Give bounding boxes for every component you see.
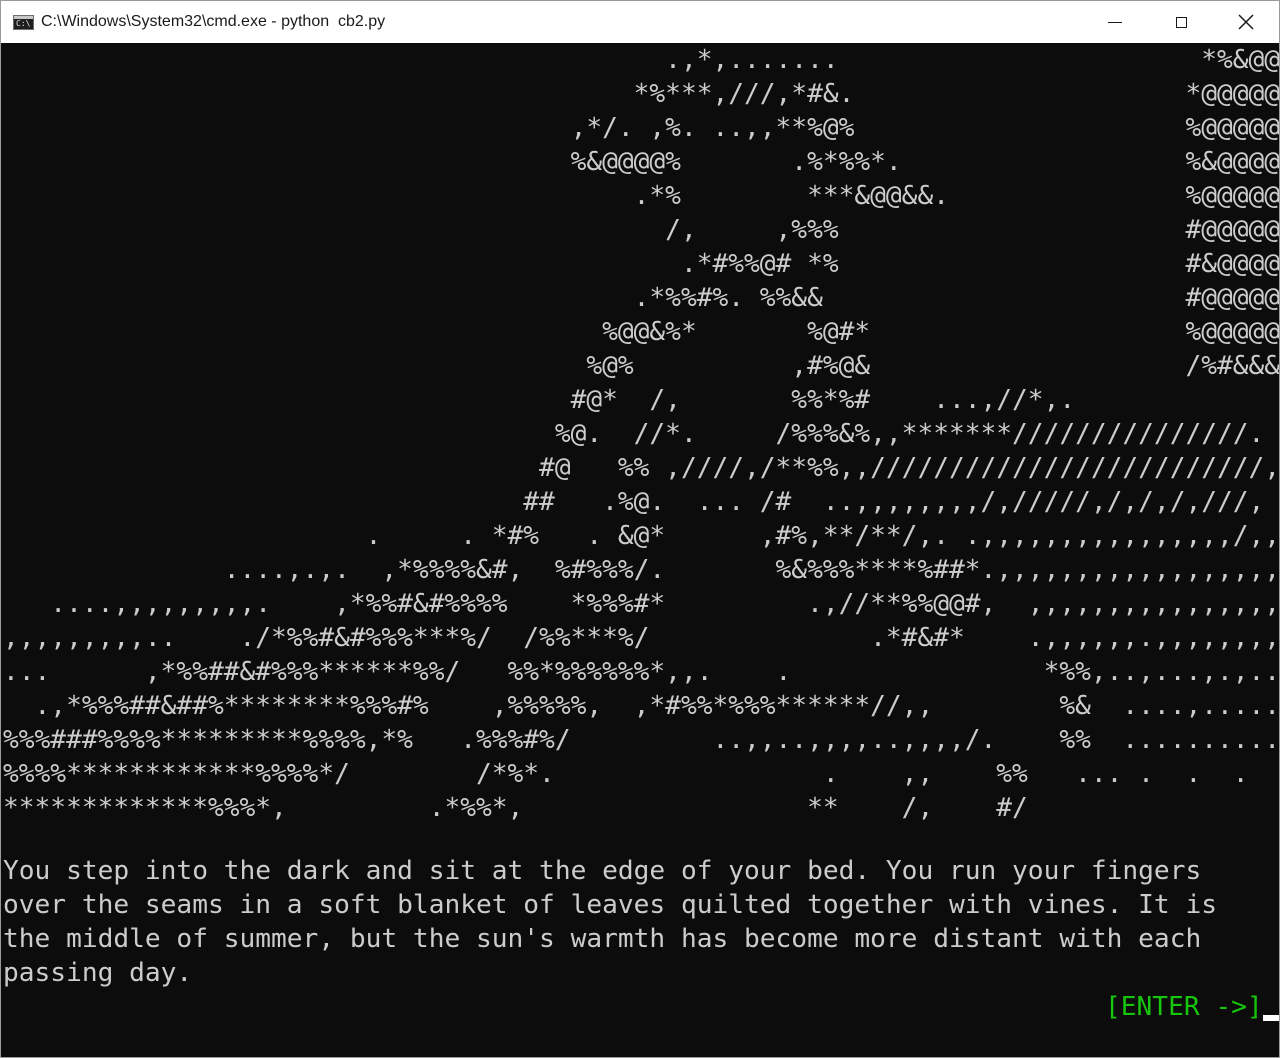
ascii-art-line: ... ,*%%##&#%%%******%%/ %%*%%%%%%*,,. .… [3, 657, 1279, 687]
ascii-art-line: %%%###%%%%*********%%%%,*% .%%%#%/ ..,,.… [3, 725, 1279, 755]
ascii-art-line: .,*%%%##&##%********%%%#% ,%%%%%, ,*#%%*… [3, 691, 1279, 721]
ascii-art-line: .*%%#%. %%&& #@@@@@@@@@@@@@@/ [633, 283, 1279, 313]
window-title: C:\Windows\System32\cmd.exe - python cb2… [41, 13, 386, 30]
story-text: You step into the dark and sit at the ed… [3, 854, 1217, 990]
ascii-art-line: .*% ***&@@&&. %@@@@@@@@@@@@@@. [633, 181, 1279, 211]
ascii-art-line: %%%%************%%%%*/ /*%*. . ,, %% ...… [3, 759, 1279, 789]
minimize-icon [1108, 21, 1122, 23]
minimize-button[interactable] [1082, 1, 1148, 43]
ascii-art-line: .*#%%@# *% #&@@@@@@@@@@@@@/ [680, 249, 1279, 279]
console-window: C:\ C:\Windows\System32\cmd.exe - python… [0, 0, 1280, 1058]
ascii-art-line: ## .%@. ... /# ..,,,,,,,,/,/////,/,/,/,/… [3, 487, 1265, 517]
ascii-art-line: . . *#% . &@* ,#%,**/**/,. .,,,,,,,,,,,,… [3, 521, 1279, 551]
maximize-icon [1175, 16, 1187, 28]
enter-prompt[interactable]: [ENTER ->] [1105, 990, 1263, 1024]
close-button[interactable] [1213, 1, 1279, 43]
title-bar[interactable]: C:\ C:\Windows\System32\cmd.exe - python… [1, 1, 1279, 43]
ascii-art-line: %@@&%* %@#* %@@@@@@@@@@@@@@* [602, 317, 1279, 347]
ascii-art-line: ,,,,,,,,,.. ./*%%#&#%%%***%/ /%%***%/ .*… [3, 623, 1279, 653]
story-line: You step into the dark and sit at the ed… [3, 856, 1202, 886]
ascii-art-line: %&@@@@% .%*%%*. %&@@@@@@@@@@@@@ [570, 147, 1279, 177]
cmd-icon[interactable]: C:\ [13, 15, 34, 30]
ascii-art-line: *%***,///,*#&. *@@@@@@@@@@@@@@ [633, 79, 1279, 109]
story-line: over the seams in a soft blanket of leav… [3, 890, 1217, 920]
cmd-icon-prompt: C:\ [16, 19, 31, 28]
ascii-art-line: #@ %% ,////,/**%%,,/////////////////////… [3, 453, 1279, 483]
console-output[interactable]: .,*,....... *%&@@&@&@&@@# *%***,///,*#&.… [1, 43, 1279, 1057]
ascii-art-line: %@% ,#%@& /%#&&&&&&&&#&&@* [586, 351, 1279, 381]
ascii-art-line: #@* /, %%*%# ...,//*,. . [570, 385, 1076, 415]
ascii-art-line: ,*/. ,%. ..,,**%@% %@@@@@@@@@@@@@@ [570, 113, 1279, 143]
ascii-art-line: *************%%%*, .*%%*, ** /, #/ [3, 793, 1028, 823]
close-icon [1238, 14, 1254, 30]
ascii-art: .,*,....... *%&@@&@&@&@@# *%***,///,*#&.… [3, 43, 1279, 825]
story-line: passing day. [3, 958, 193, 988]
maximize-button[interactable] [1148, 1, 1214, 43]
story-line: the middle of summer, but the sun's warm… [3, 924, 1202, 954]
ascii-art-line: ....,,,,,,,,,. ,*%%#&#%%%% *%%%#* .,//**… [3, 589, 1279, 619]
ascii-art-line: ....,.,. ,*%%%%&#, %#%%%/. %&%%%****%##*… [3, 555, 1279, 585]
ascii-art-line: .,*,....... *%&@@&@&@&@@# [3, 45, 1279, 75]
ascii-art-line: %@. //*. /%%%&%,,*******///////////////. [3, 419, 1265, 449]
ascii-art-line: /, ,%%% #@@@@@@@@@@@@@@, [665, 215, 1279, 245]
text-cursor [1263, 1015, 1279, 1021]
